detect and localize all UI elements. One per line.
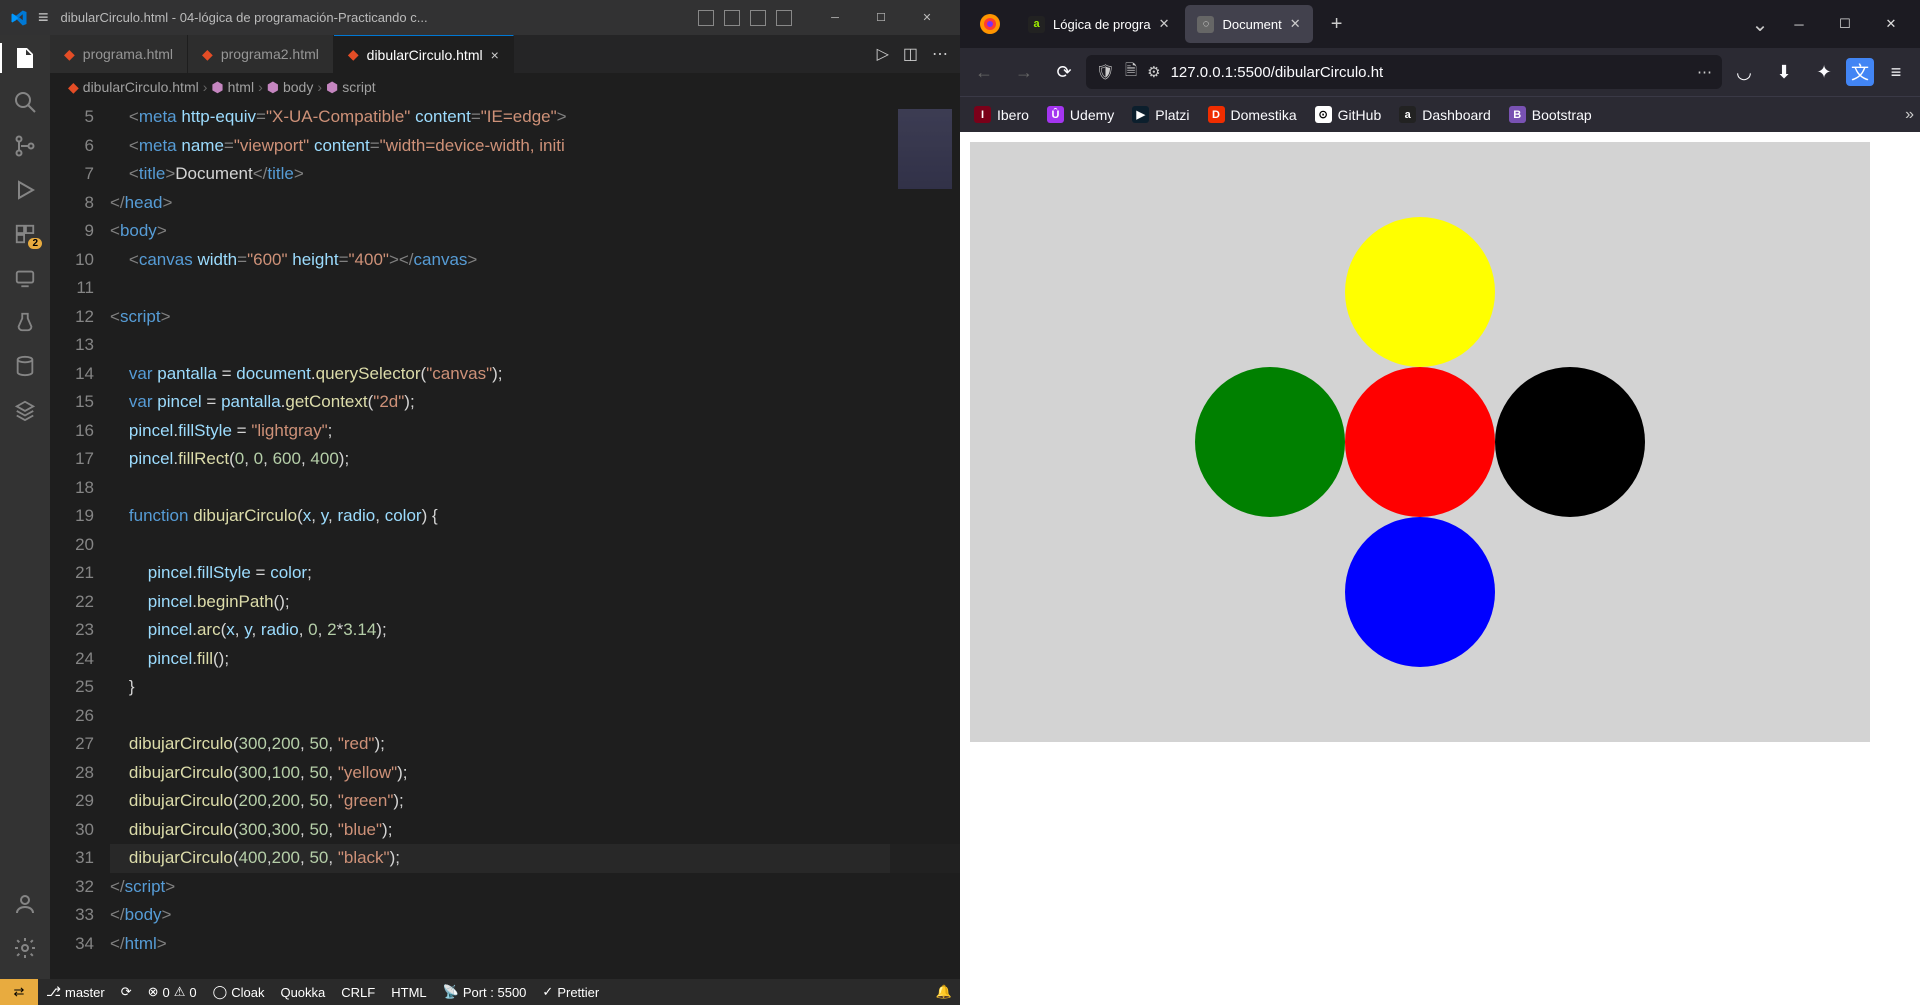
- settings-toggle-icon[interactable]: ⚙: [1147, 63, 1160, 81]
- bookmark-udemy[interactable]: ÛUdemy: [1039, 102, 1122, 127]
- firefox-icon[interactable]: [972, 6, 1008, 42]
- notifications-icon[interactable]: 🔔: [928, 984, 960, 1000]
- language-mode[interactable]: HTML: [383, 985, 434, 1000]
- page-content: [960, 132, 1920, 1005]
- bookmark-github[interactable]: ⊙GitHub: [1307, 102, 1390, 127]
- url-text: 127.0.0.1:5500/dibularCirculo.ht: [1171, 64, 1687, 81]
- circle-blue: [1345, 517, 1495, 667]
- live-server-port[interactable]: 📡 Port : 5500: [435, 984, 535, 1000]
- bookmark-ibero[interactable]: IIbero: [966, 102, 1037, 127]
- more-icon[interactable]: ⋯: [932, 44, 948, 64]
- sync-status[interactable]: ⟳: [113, 984, 140, 1000]
- address-bar[interactable]: 🛡 🗎 ⚙ 127.0.0.1:5500/dibularCirculo.ht ⋯: [1086, 55, 1722, 89]
- maximize-button[interactable]: ☐: [858, 0, 904, 35]
- bookmark-domestika[interactable]: DDomestika: [1200, 102, 1305, 127]
- more-icon[interactable]: ⋯: [1697, 63, 1712, 81]
- tab-logica[interactable]: a Lógica de progra ✕: [1016, 5, 1181, 43]
- prettier[interactable]: ✓ Prettier: [534, 984, 607, 1000]
- firefox-window: a Lógica de progra ✕ ◌ Document ✕ + ⌄ ─ …: [960, 0, 1920, 1005]
- editor-tabs: ◆programa.html ◆programa2.html ◆dibularC…: [50, 35, 960, 73]
- cloak[interactable]: ◯ Cloak: [205, 984, 273, 1000]
- downloads-icon[interactable]: ⬇: [1766, 54, 1802, 90]
- remote-button[interactable]: ⇄: [0, 979, 38, 1005]
- bookmarks-bar: IIberoÛUdemy▶PlatziDDomestika⊙GitHubaDas…: [960, 96, 1920, 132]
- run-debug-icon[interactable]: [12, 177, 38, 203]
- title-bar: ≡ dibularCirculo.html - 04-lógica de pro…: [0, 0, 960, 35]
- translate-icon[interactable]: 文: [1846, 58, 1874, 86]
- minimap[interactable]: [890, 101, 960, 979]
- tab-programa[interactable]: ◆programa.html: [50, 35, 188, 73]
- extensions-icon[interactable]: 2: [12, 221, 38, 247]
- extension-icon[interactable]: ✦: [1806, 54, 1842, 90]
- close-button[interactable]: ✕: [1868, 0, 1914, 48]
- forward-button[interactable]: →: [1006, 54, 1042, 90]
- account-icon[interactable]: [12, 891, 38, 917]
- split-editor-icon[interactable]: ◫: [903, 44, 918, 64]
- circle-black: [1495, 367, 1645, 517]
- bookmark-bootstrap[interactable]: BBootstrap: [1501, 102, 1600, 127]
- minimize-button[interactable]: ─: [812, 0, 858, 35]
- window-title: dibularCirculo.html - 04-lógica de progr…: [61, 10, 698, 25]
- site-info-icon[interactable]: 🗎: [1125, 60, 1137, 85]
- circle-yellow: [1345, 217, 1495, 367]
- layers-icon[interactable]: [12, 397, 38, 423]
- browser-toolbar: ← → ⟳ 🛡 🗎 ⚙ 127.0.0.1:5500/dibularCircul…: [960, 48, 1920, 96]
- reload-button[interactable]: ⟳: [1046, 54, 1082, 90]
- problems[interactable]: ⊗ 0 ⚠ 0: [140, 984, 205, 1000]
- pocket-icon[interactable]: ◡: [1726, 54, 1762, 90]
- run-icon[interactable]: ▷: [877, 44, 889, 64]
- bookmarks-overflow-icon[interactable]: »: [1905, 106, 1914, 124]
- remote-explorer-icon[interactable]: [12, 265, 38, 291]
- close-button[interactable]: ✕: [904, 0, 950, 35]
- new-tab-button[interactable]: +: [1321, 13, 1353, 36]
- vscode-icon: [10, 9, 28, 27]
- activity-bar: 2: [0, 35, 50, 979]
- eol[interactable]: CRLF: [333, 985, 383, 1000]
- bookmark-dashboard[interactable]: aDashboard: [1391, 102, 1499, 127]
- tab-document[interactable]: ◌ Document ✕: [1185, 5, 1312, 43]
- circle-green: [1195, 367, 1345, 517]
- code-content[interactable]: <meta http-equiv="X-UA-Compatible" conte…: [110, 101, 960, 979]
- testing-icon[interactable]: [12, 309, 38, 335]
- quokka[interactable]: Quokka: [272, 985, 333, 1000]
- explorer-icon[interactable]: [12, 45, 38, 71]
- maximize-button[interactable]: ☐: [1822, 0, 1868, 48]
- browser-tabs-row: a Lógica de progra ✕ ◌ Document ✕ + ⌄ ─ …: [960, 0, 1920, 48]
- search-icon[interactable]: [12, 89, 38, 115]
- close-icon[interactable]: ✕: [1290, 16, 1301, 32]
- code-editor[interactable]: 5678910111213141516171819202122232425262…: [50, 101, 960, 979]
- database-icon[interactable]: [12, 353, 38, 379]
- tab-dibularcirculo[interactable]: ◆dibularCirculo.html×: [334, 35, 514, 73]
- back-button[interactable]: ←: [966, 54, 1002, 90]
- shield-icon[interactable]: 🛡: [1096, 63, 1115, 81]
- settings-icon[interactable]: [12, 935, 38, 961]
- minimize-button[interactable]: ─: [1776, 0, 1822, 48]
- app-menu-icon[interactable]: ≡: [38, 7, 49, 28]
- breadcrumb[interactable]: ◆dibularCirculo.html ›⬢html ›⬢body ›⬢scr…: [50, 73, 960, 101]
- close-icon[interactable]: ✕: [1159, 16, 1170, 32]
- tab-programa2[interactable]: ◆programa2.html: [188, 35, 334, 73]
- app-menu-icon[interactable]: ≡: [1878, 54, 1914, 90]
- list-tabs-button[interactable]: ⌄: [1744, 12, 1776, 37]
- close-icon[interactable]: ×: [491, 47, 499, 63]
- git-branch[interactable]: ⎇ master: [38, 984, 113, 1000]
- bookmark-platzi[interactable]: ▶Platzi: [1124, 102, 1197, 127]
- circle-red: [1345, 367, 1495, 517]
- line-gutter: 5678910111213141516171819202122232425262…: [50, 101, 110, 979]
- vscode-window: ≡ dibularCirculo.html - 04-lógica de pro…: [0, 0, 960, 1005]
- editor-area: ◆programa.html ◆programa2.html ◆dibularC…: [50, 35, 960, 979]
- layout-icons[interactable]: [698, 10, 792, 26]
- status-bar: ⇄ ⎇ master ⟳ ⊗ 0 ⚠ 0 ◯ Cloak Quokka CRLF…: [0, 979, 960, 1005]
- source-control-icon[interactable]: [12, 133, 38, 159]
- canvas-output: [970, 142, 1870, 742]
